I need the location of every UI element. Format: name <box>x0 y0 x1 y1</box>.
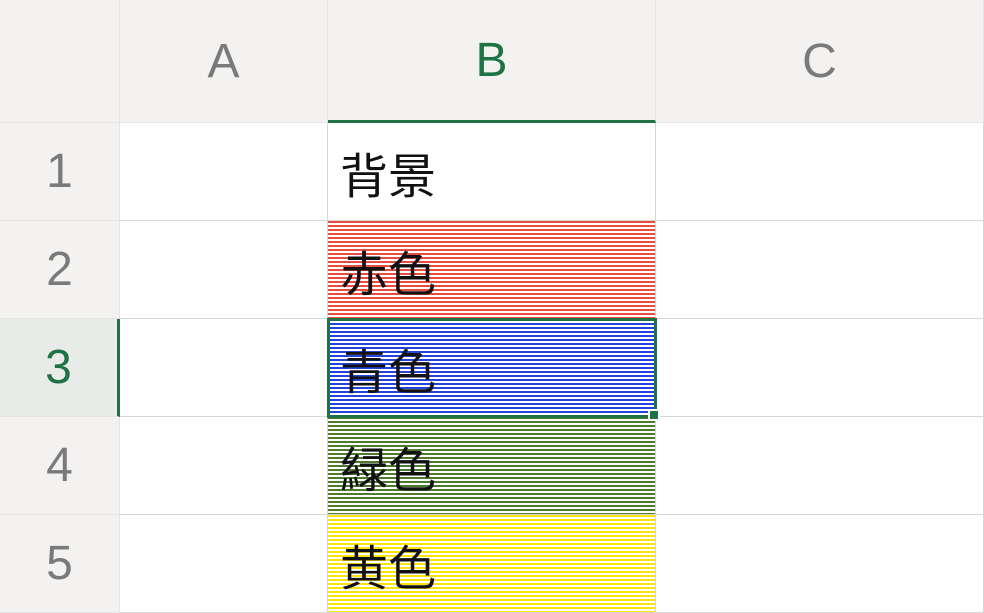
cell-B2[interactable]: 赤色 <box>328 221 656 319</box>
cell-C1[interactable] <box>656 123 984 221</box>
cell-B1[interactable]: 背景 <box>328 123 656 221</box>
cell-B3[interactable]: 青色 <box>328 319 656 417</box>
col-header-A[interactable]: A <box>120 0 328 123</box>
row-header-5[interactable]: 5 <box>0 515 120 613</box>
spreadsheet: A B C 1 背景 2 赤色 3 青色 4 緑色 5 黄色 <box>0 0 984 613</box>
cell-C3[interactable] <box>656 319 984 417</box>
col-header-C[interactable]: C <box>656 0 984 123</box>
cell-A3[interactable] <box>120 319 328 417</box>
cell-B5[interactable]: 黄色 <box>328 515 656 613</box>
row-header-2[interactable]: 2 <box>0 221 120 319</box>
cell-C2[interactable] <box>656 221 984 319</box>
select-all-corner[interactable] <box>0 0 120 123</box>
row-header-4[interactable]: 4 <box>0 417 120 515</box>
cell-A2[interactable] <box>120 221 328 319</box>
cell-C4[interactable] <box>656 417 984 515</box>
col-header-B[interactable]: B <box>328 0 656 123</box>
cell-A5[interactable] <box>120 515 328 613</box>
cell-B4[interactable]: 緑色 <box>328 417 656 515</box>
cell-A1[interactable] <box>120 123 328 221</box>
row-header-1[interactable]: 1 <box>0 123 120 221</box>
row-header-3[interactable]: 3 <box>0 319 120 417</box>
cell-C5[interactable] <box>656 515 984 613</box>
fill-handle[interactable] <box>648 409 660 421</box>
cell-A4[interactable] <box>120 417 328 515</box>
cell-value: 青色 <box>340 333 436 403</box>
